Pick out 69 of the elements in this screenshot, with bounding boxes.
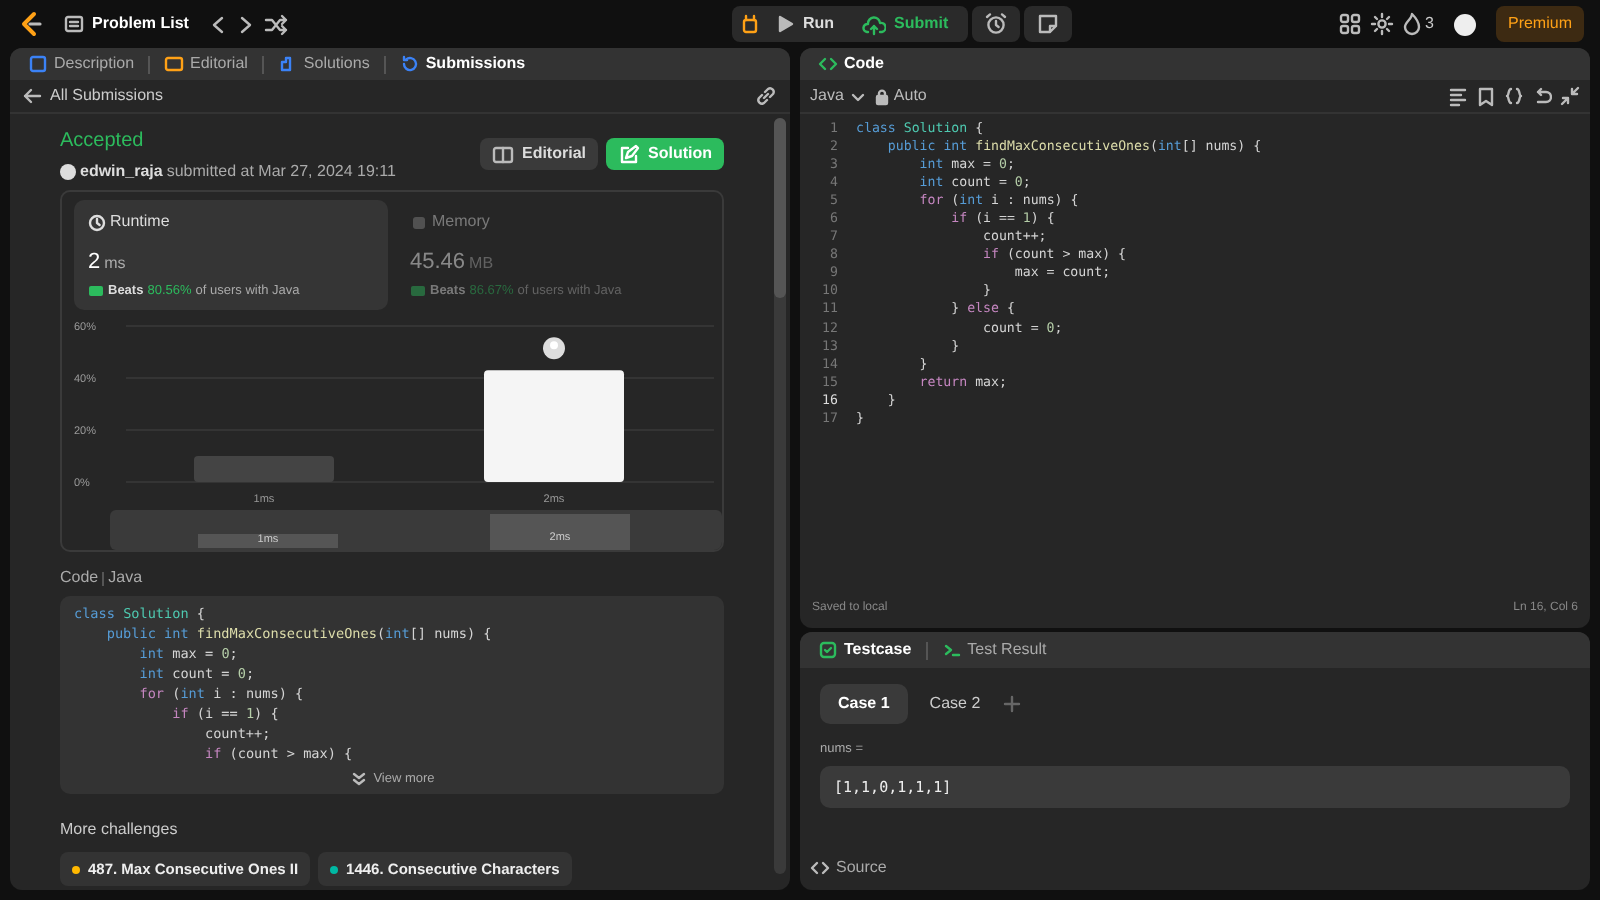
user-avatar <box>60 164 76 180</box>
list-icon <box>64 14 84 34</box>
case-tab[interactable]: Case 1 <box>820 684 908 724</box>
stat-unit: ms <box>104 252 126 276</box>
code-icon <box>810 858 830 878</box>
clock-icon <box>88 213 106 231</box>
code-label: Code <box>60 566 99 590</box>
editorial-button[interactable]: Editorial <box>479 138 598 170</box>
format-icon[interactable] <box>1448 85 1468 107</box>
streak-count: 3 <box>1425 12 1434 36</box>
caret-icon <box>849 89 866 103</box>
back-arrow-icon <box>22 86 42 106</box>
lock-icon <box>873 87 890 105</box>
language-dropdown[interactable]: Java <box>810 84 866 108</box>
play-icon <box>776 14 795 34</box>
problem-list-button[interactable]: Problem List <box>52 6 201 42</box>
logo-icon[interactable] <box>16 10 44 38</box>
double-chevron-down-icon <box>349 770 368 789</box>
submission-time: submitted at Mar 27, 2024 19:11 <box>166 160 396 184</box>
add-icon[interactable] <box>1002 694 1023 714</box>
code-icon <box>818 54 838 74</box>
book-icon <box>491 143 514 165</box>
cloud-upload-icon <box>862 13 887 35</box>
stat-label: Memory <box>432 210 490 234</box>
avatar-circle[interactable] <box>1453 13 1476 35</box>
note-icon <box>1036 12 1061 36</box>
panel-tab[interactable]: Testcase <box>812 638 918 662</box>
panel-tab[interactable]: Solutions <box>271 52 376 76</box>
stat-label: Runtime <box>110 210 170 234</box>
grid-icon[interactable] <box>1337 12 1362 36</box>
terminal-icon <box>941 640 962 660</box>
source-link[interactable]: Source <box>800 856 897 890</box>
stat-unit: MB <box>469 252 494 276</box>
user-avatar-icon <box>543 337 565 360</box>
settings-icon[interactable] <box>1369 12 1394 36</box>
collapse-icon[interactable] <box>1560 85 1580 107</box>
case-tab[interactable]: Case 2 <box>911 684 999 724</box>
language-label: Java <box>108 566 143 590</box>
timer-button[interactable] <box>972 6 1021 42</box>
panel-tab[interactable]: Code <box>812 52 890 76</box>
panel-tab[interactable]: Editorial <box>158 52 254 76</box>
scrollbar[interactable] <box>774 118 786 874</box>
shuffle-icon[interactable] <box>264 13 289 35</box>
stat-value: 45.46 <box>410 248 466 278</box>
description-icon <box>28 54 48 74</box>
notes-button[interactable] <box>1024 6 1073 42</box>
next-icon[interactable] <box>236 13 257 35</box>
book-icon <box>164 54 185 74</box>
history-icon <box>399 54 420 74</box>
section-heading: More challenges <box>60 818 180 842</box>
panel-tab[interactable]: Description <box>22 52 141 76</box>
link-icon[interactable] <box>754 84 778 108</box>
username: edwin_raja <box>80 160 163 184</box>
mode-label: Auto <box>893 84 927 108</box>
alarm-clock-icon <box>984 12 1009 36</box>
run-button[interactable]: Run <box>764 6 847 42</box>
back-link[interactable]: All Submissions <box>22 84 163 108</box>
stat-value: 2 <box>88 248 101 278</box>
status-text: Accepted <box>60 128 146 156</box>
edit-icon <box>618 143 640 165</box>
premium-button[interactable]: Premium <box>1495 6 1584 42</box>
bookmark-icon[interactable] <box>1476 85 1496 107</box>
submit-button[interactable]: Submit <box>850 6 961 42</box>
checkbox-icon <box>818 640 838 660</box>
panel-tab[interactable]: Submissions <box>393 52 532 76</box>
previous-icon[interactable] <box>208 13 229 35</box>
braces-icon[interactable] <box>1504 85 1524 107</box>
panel-tab[interactable]: Test Result <box>935 638 1053 662</box>
undo-icon[interactable] <box>1532 85 1552 107</box>
